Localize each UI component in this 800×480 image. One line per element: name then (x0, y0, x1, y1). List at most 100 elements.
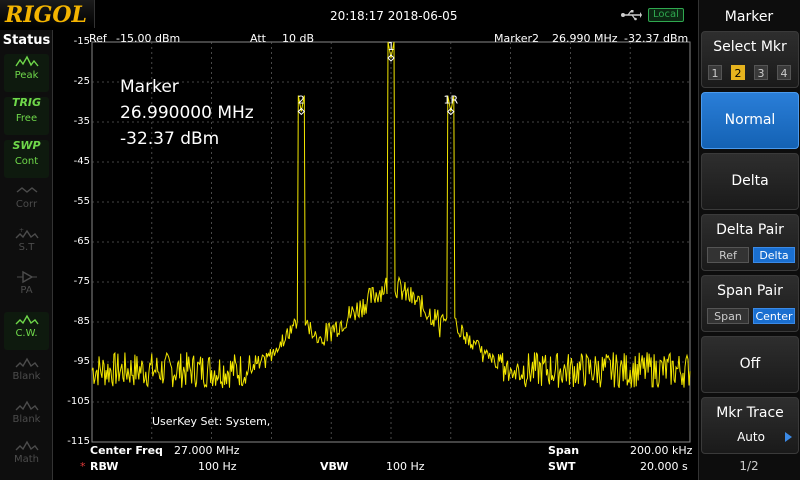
trig-icon: TRIG (11, 96, 42, 109)
status-label: PA (20, 285, 33, 296)
center-freq-value[interactable]: 27.000 MHz (174, 444, 240, 457)
softkey-menu: Marker Select Mkr 1 2 3 4 Normal Delta D… (698, 0, 800, 480)
att-value[interactable]: 10 dB (282, 32, 314, 45)
normal-softkey[interactable]: Normal (701, 92, 799, 149)
status-preamp[interactable]: PA (4, 269, 49, 307)
status-label: Corr (15, 199, 38, 210)
status-label: Blank (12, 414, 41, 425)
softkey-label: Select Mkr (713, 39, 787, 55)
softkey-label: Delta Pair (716, 222, 784, 238)
usb-icon (621, 10, 642, 21)
status-correction[interactable]: Corr (4, 183, 49, 221)
userkey-set: UserKey Set: System, (152, 415, 271, 428)
y-tick-label: -35 (73, 116, 90, 127)
marker-header-freq: 26.990 MHz (552, 32, 618, 45)
footer-info: Center Freq 27.000 MHz Span 200.00 kHz *… (54, 442, 698, 480)
softkey-label: Mkr Trace (716, 405, 784, 421)
swt-label: SWT (548, 460, 576, 473)
marker-readout-level: -32.37 dBm (120, 129, 220, 149)
softkey-label: Normal (724, 112, 776, 128)
marker-label: 1 (388, 40, 395, 53)
swt-value[interactable]: 20.000 s (640, 460, 688, 473)
status-label: Math (13, 454, 39, 465)
status-label: Free (15, 113, 38, 124)
status-label: Cont (14, 156, 39, 167)
marker-header-label: Marker2 (494, 32, 540, 45)
marker-number-4[interactable]: 4 (777, 65, 791, 80)
delta-pair-ref[interactable]: Ref (707, 247, 749, 263)
marker-readout: Marker 26.990000 MHz -32.37 dBm (120, 74, 254, 152)
marker-label: 1R (443, 94, 458, 107)
source-tracking-icon: + (15, 227, 39, 239)
swp-icon: SWP (12, 139, 41, 152)
submenu-arrow-icon (785, 432, 792, 442)
status-label: Peak (14, 70, 39, 81)
marker-number-1[interactable]: 1 (708, 65, 722, 80)
y-tick-label: -95 (73, 356, 90, 367)
softkey-label: Span Pair (717, 283, 783, 299)
marker-readout-freq: 26.990000 MHz (120, 103, 254, 123)
math-trace-icon (15, 440, 39, 451)
top-bar: RIGOL 20:18:17 2018-06-05 Local (0, 0, 698, 30)
vbw-value[interactable]: 100 Hz (386, 460, 425, 473)
status-sweep-cont[interactable]: SWP Cont (4, 140, 49, 178)
marker-header-level: -32.37 dBm (624, 32, 689, 45)
center-freq-label: Center Freq (90, 444, 163, 457)
y-tick-label: -25 (73, 76, 90, 87)
status-blank-2[interactable]: Blank (4, 398, 49, 436)
blank-trace-icon (15, 357, 39, 368)
delta-softkey[interactable]: Delta (701, 153, 799, 210)
rbw-manual-indicator: * (80, 460, 86, 473)
logo-box: RIGOL (0, 0, 95, 28)
y-tick-label: -15 (73, 36, 90, 47)
status-label: C.W. (15, 328, 38, 339)
marker-trace-softkey[interactable]: Mkr Trace Auto (701, 397, 799, 454)
date-time: 20:18:17 2018-06-05 (330, 9, 458, 23)
softkey-label: Delta (731, 173, 769, 189)
menu-title: Marker (724, 9, 774, 25)
page-indicator: 1/2 (739, 459, 759, 473)
markers: 2 1 1R (297, 40, 458, 116)
marker-readout-title: Marker (120, 77, 179, 97)
marker-number-3[interactable]: 3 (754, 65, 768, 80)
att-label: Att (250, 32, 266, 45)
blank-trace-icon (15, 400, 39, 411)
cw-signal-icon (15, 314, 39, 325)
status-panel: Status Peak TRIG Free SWP Cont Corr + S.… (0, 30, 53, 480)
y-tick-label: -75 (73, 276, 90, 287)
svg-text:+: + (19, 227, 24, 234)
status-math[interactable]: Math (4, 438, 49, 476)
y-tick-label: -85 (73, 316, 90, 327)
softkey-label: Off (739, 356, 761, 372)
ref-label: Ref (89, 32, 107, 45)
brand-logo: RIGOL (5, 2, 87, 28)
span-label: Span (548, 444, 580, 457)
y-tick-label: -65 (73, 236, 90, 247)
status-source-tracking[interactable]: + S.T (4, 226, 49, 264)
peak-detector-icon (14, 55, 39, 67)
status-title: Status (2, 33, 51, 48)
status-label: Blank (12, 371, 41, 382)
status-cw[interactable]: C.W. (4, 312, 49, 350)
delta-pair-softkey[interactable]: Delta Pair Ref Delta (701, 214, 799, 271)
marker-number-2[interactable]: 2 (731, 65, 745, 80)
status-label: S.T (18, 242, 35, 253)
rbw-label: RBW (90, 460, 119, 473)
status-blank-1[interactable]: Blank (4, 355, 49, 393)
span-pair-softkey[interactable]: Span Pair Span Center (701, 275, 799, 332)
marker-label: 2 (298, 93, 305, 106)
preamp-icon (16, 270, 37, 284)
span-pair-span[interactable]: Span (707, 308, 749, 324)
off-softkey[interactable]: Off (701, 336, 799, 393)
status-detector-peak[interactable]: Peak (4, 54, 49, 92)
span-pair-center[interactable]: Center (753, 308, 795, 324)
span-value[interactable]: 200.00 kHz (630, 444, 692, 457)
select-marker-softkey[interactable]: Select Mkr 1 2 3 4 (701, 31, 799, 88)
ref-value[interactable]: -15.00 dBm (116, 32, 180, 45)
local-status-badge: Local (648, 8, 684, 22)
delta-pair-delta[interactable]: Delta (753, 247, 795, 263)
status-trigger-free[interactable]: TRIG Free (4, 97, 49, 135)
rbw-value[interactable]: 100 Hz (198, 460, 237, 473)
vbw-label: VBW (320, 460, 349, 473)
y-tick-label: -45 (73, 156, 90, 167)
